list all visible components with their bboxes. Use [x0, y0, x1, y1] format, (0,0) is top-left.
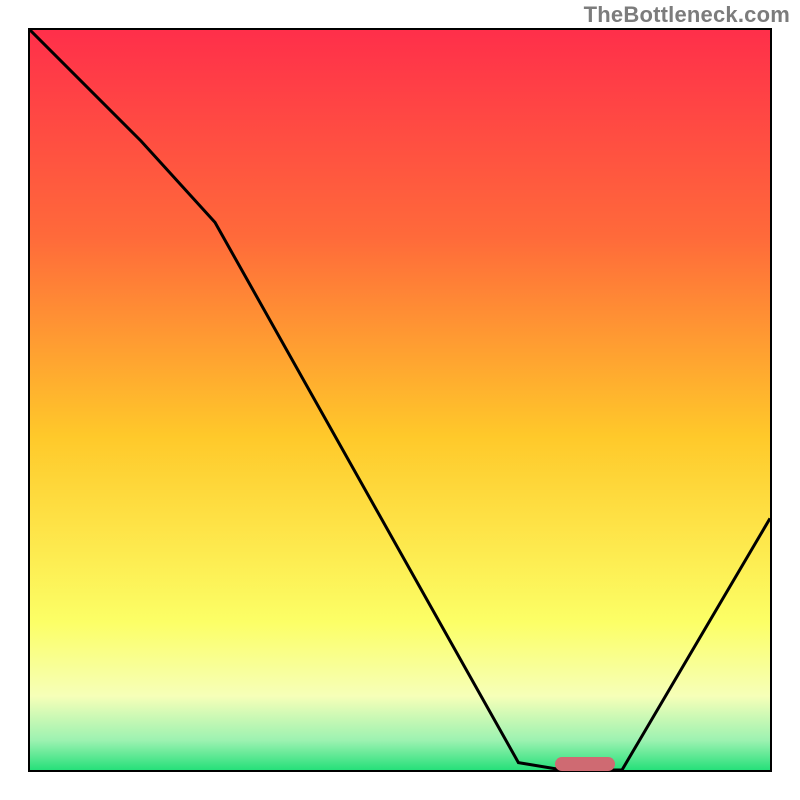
optimal-marker: [555, 757, 614, 771]
plot-svg: [30, 30, 770, 770]
watermark-label: TheBottleneck.com: [584, 2, 790, 28]
plot-area: [28, 28, 772, 772]
chart-canvas: TheBottleneck.com: [0, 0, 800, 800]
